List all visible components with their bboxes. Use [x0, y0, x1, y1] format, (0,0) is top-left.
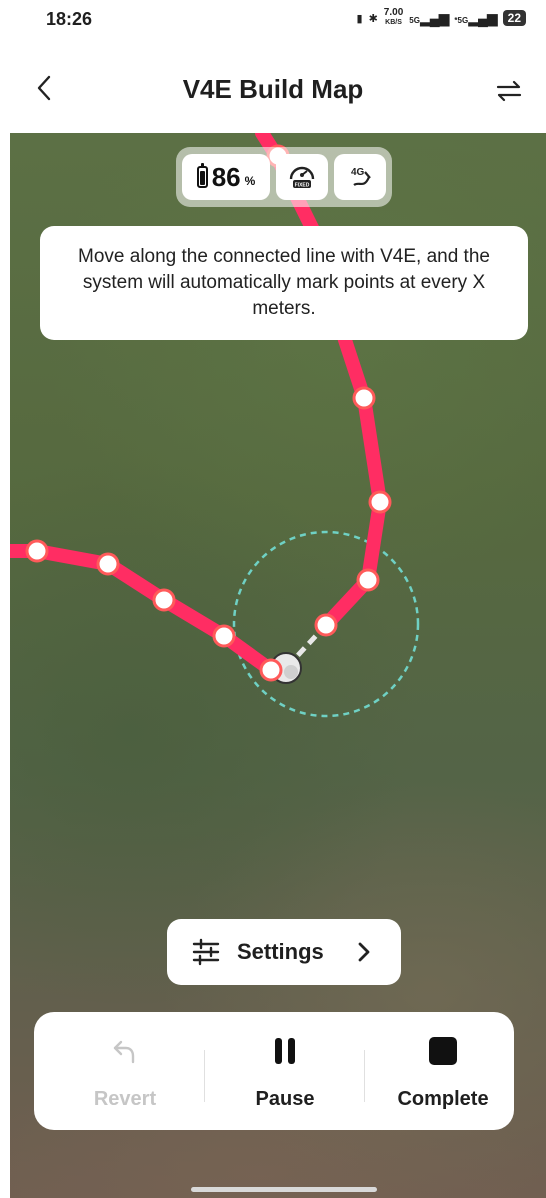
revert-label: Revert	[93, 1088, 157, 1110]
instruction-tooltip: Move along the connected line with V4E, …	[40, 226, 528, 340]
undo-arrow-icon	[113, 1040, 135, 1064]
settings-label: Settings	[237, 939, 324, 964]
route-point[interactable]	[212, 624, 236, 648]
rtk-fixed-icon: FIXED	[289, 166, 315, 188]
svg-text:FIXED: FIXED	[295, 182, 310, 188]
sliders-icon	[192, 938, 220, 966]
pause-icon	[275, 1038, 295, 1064]
route-point[interactable]	[152, 588, 176, 612]
battery-icon	[196, 163, 208, 188]
route-point[interactable]	[25, 539, 49, 563]
route-point[interactable]	[352, 386, 376, 410]
device-battery-value: 86	[211, 161, 241, 192]
pause-button[interactable]: Pause	[224, 1012, 346, 1130]
device-battery-unit: %	[244, 174, 256, 188]
control-panel: Revert Pause Complete	[34, 1012, 514, 1130]
pause-label: Pause	[255, 1088, 315, 1110]
route-point[interactable]	[356, 568, 380, 592]
revert-button[interactable]: Revert	[64, 1012, 186, 1130]
settings-button[interactable]: Settings	[167, 919, 401, 985]
chevron-right-icon	[358, 942, 370, 962]
complete-label: Complete	[397, 1088, 489, 1110]
divider	[364, 1050, 365, 1102]
route-point[interactable]	[368, 490, 392, 514]
cellular-signal-icon: 4G	[351, 167, 371, 186]
route-line-left	[10, 544, 278, 677]
svg-text:4G: 4G	[351, 167, 365, 178]
route-point[interactable]	[314, 613, 338, 637]
signal-chip: 4G	[334, 154, 386, 200]
route-point[interactable]	[259, 658, 283, 682]
divider	[204, 1050, 205, 1102]
home-indicator[interactable]	[191, 1187, 377, 1192]
device-status-bar: 86 % FIXED 4G	[176, 147, 392, 207]
device-battery-chip: 86 %	[182, 154, 270, 200]
complete-button[interactable]: Complete	[384, 1012, 502, 1130]
route-points	[25, 144, 392, 648]
rtk-status-chip: FIXED	[276, 154, 328, 200]
route-point[interactable]	[96, 552, 120, 576]
stop-square-icon	[429, 1037, 457, 1065]
